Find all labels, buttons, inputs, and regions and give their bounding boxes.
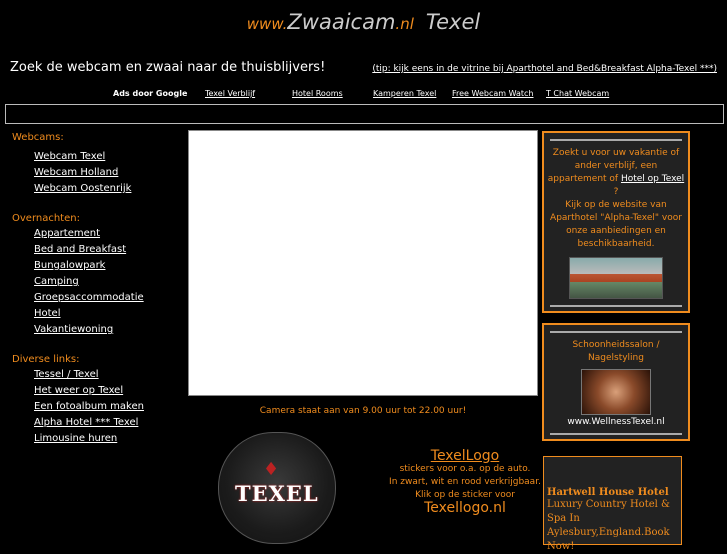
sidebar-item-webcam-texel[interactable]: Webcam Texel xyxy=(12,149,182,165)
sidebar-item-groepsaccommodatie[interactable]: Groepsaccommodatie xyxy=(12,290,182,306)
ad-link-hotel-rooms[interactable]: Hotel Rooms xyxy=(292,89,343,98)
texellogo-line2: In zwart, wit en rood verkrijgbaar. xyxy=(389,477,541,487)
sidebar-item-appartement[interactable]: Appartement xyxy=(12,226,182,242)
header-tld: .nl xyxy=(395,15,414,33)
sidebar-item-het-weer-op-texel[interactable]: Het weer op Texel xyxy=(12,383,182,399)
wellness-photo[interactable] xyxy=(581,369,651,415)
sidebar-section-webcams: Webcams: xyxy=(12,132,64,143)
header-www: www. xyxy=(246,15,288,33)
ad-link-kamperen-texel[interactable]: Kamperen Texel xyxy=(373,89,436,98)
hartwell-body: Luxury Country Hotel & Spa In Aylesbury,… xyxy=(547,499,670,552)
sidebar-item-webcam-oostenrijk[interactable]: Webcam Oostenrijk xyxy=(12,181,182,197)
header-place: Texel xyxy=(425,10,481,34)
divider xyxy=(550,433,682,435)
sidebar-item-limousine-huren[interactable]: Limousine huren xyxy=(12,431,182,447)
webcam-caption: Camera staat aan van 9.00 uur tot 22.00 … xyxy=(259,406,467,416)
sidebar-item-vakantiewoning[interactable]: Vakantiewoning xyxy=(12,322,182,338)
texellogo-line3: Klik op de sticker voor xyxy=(415,490,515,500)
ad-link-t-chat-webcam[interactable]: T Chat Webcam xyxy=(546,89,609,98)
hartwell-heading[interactable]: Hartwell House Hotel xyxy=(547,487,678,498)
wellness-site-link[interactable]: www.WellnessTexel.nl xyxy=(544,417,688,427)
ad-link-texel-verblijf[interactable]: Texel Verblijf xyxy=(205,89,255,98)
sidebar-item-fotoalbum[interactable]: Een fotoalbum maken xyxy=(12,399,182,415)
sidebar-item-bungalowpark[interactable]: Bungalowpark xyxy=(12,258,182,274)
wellness-ad-box: Schoonheidssalon / Nagelstyling www.Well… xyxy=(542,323,690,441)
sidebar-item-tessel-texel[interactable]: Tessel / Texel xyxy=(12,367,182,383)
sidebar-item-alpha-hotel[interactable]: Alpha Hotel *** Texel xyxy=(12,415,182,431)
tip-link[interactable]: (tip: kijk eens in de vitrine bij Aparth… xyxy=(372,64,717,74)
ad-text-2: ? xyxy=(613,187,619,197)
ad-banner-strip xyxy=(5,104,724,124)
hartwell-ad-box[interactable]: Hartwell House Hotel Luxury Country Hote… xyxy=(543,456,682,552)
ad-link-free-webcam-watch[interactable]: Free Webcam Watch xyxy=(452,89,534,98)
divider xyxy=(550,331,682,333)
webcam-image-frame xyxy=(188,130,538,396)
cat-logo-icon: ♦ xyxy=(263,459,280,480)
sidebar-item-hotel[interactable]: Hotel xyxy=(12,306,182,322)
sidebar-section-overnachten: Overnachten: xyxy=(12,213,80,224)
header-brand: Zwaaicam xyxy=(287,10,396,34)
sidebar-item-camping[interactable]: Camping xyxy=(12,274,182,290)
divider xyxy=(550,139,682,141)
top-bar: Zoek de webcam en zwaai naar de thuisbli… xyxy=(10,60,717,75)
hotel-op-texel-link[interactable]: Hotel op Texel xyxy=(621,174,684,184)
sidebar: Webcams: Webcam Texel Webcam Holland Web… xyxy=(12,132,182,447)
sidebar-section-diverse-links: Diverse links: xyxy=(12,354,80,365)
ad-text-3: Kijk op de website van Aparthotel "Alpha… xyxy=(550,200,682,249)
texel-sticker-image[interactable]: ♦ TEXEL xyxy=(218,432,336,544)
wellness-title: Schoonheidssalon / Nagelstyling xyxy=(572,340,660,363)
ads-by-google-label[interactable]: Ads door Google xyxy=(113,89,187,98)
sidebar-item-bed-and-breakfast[interactable]: Bed and Breakfast xyxy=(12,242,182,258)
site-header: www.Zwaaicam.nl Texel xyxy=(0,10,727,34)
sidebar-item-webcam-holland[interactable]: Webcam Holland xyxy=(12,165,182,181)
sticker-word: TEXEL xyxy=(235,481,319,506)
alpha-texel-ad-text: Zoekt u voor uw vakantie of ander verbli… xyxy=(544,147,688,251)
hotel-photo[interactable] xyxy=(569,257,663,299)
divider xyxy=(550,305,682,307)
alpha-texel-ad-box: Zoekt u voor uw vakantie of ander verbli… xyxy=(542,131,690,313)
headline: Zoek de webcam en zwaai naar de thuisbli… xyxy=(10,60,326,75)
texellogo-line1: stickers voor o.a. op de auto. xyxy=(399,464,531,474)
